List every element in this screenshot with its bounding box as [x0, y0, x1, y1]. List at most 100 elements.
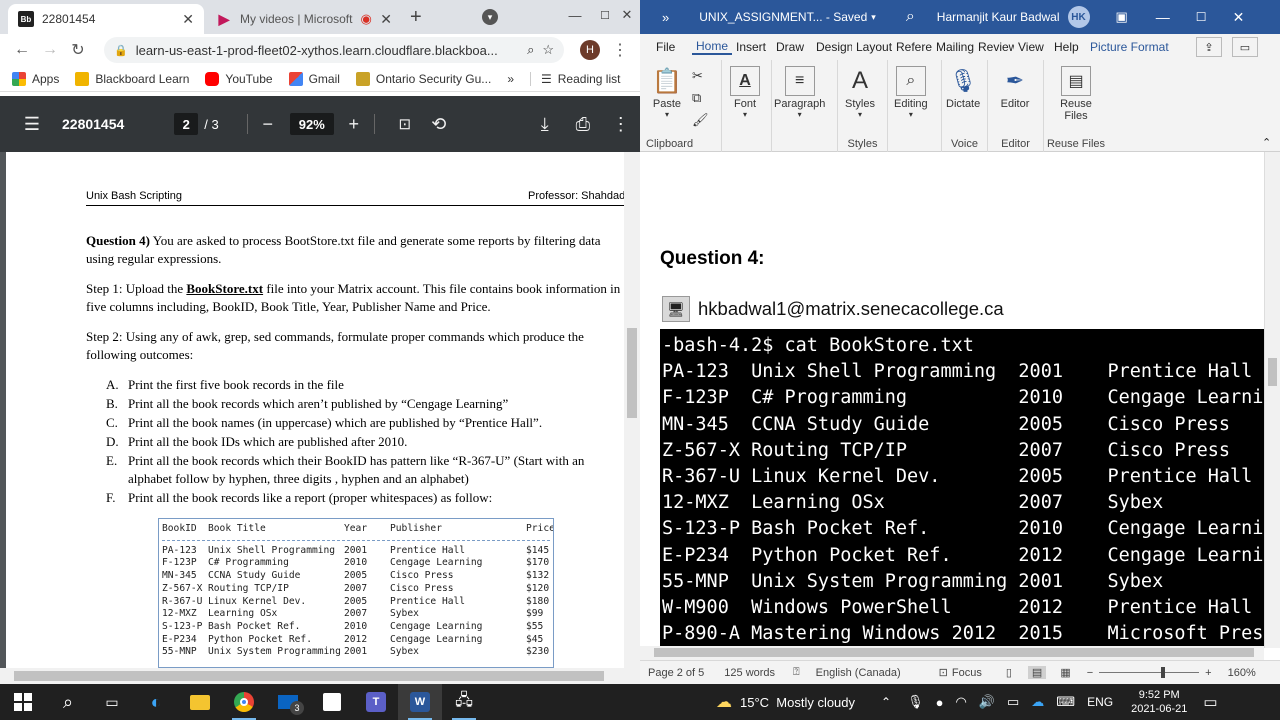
bookmark-ontario[interactable]: Ontario Security Gu... [355, 71, 491, 86]
tab-review[interactable]: Review [974, 40, 1014, 54]
teams-icon[interactable]: T [354, 684, 398, 720]
minimize-icon[interactable]: — [1156, 9, 1170, 25]
tab-home[interactable]: Home [692, 39, 732, 55]
scroll-thumb[interactable] [627, 328, 637, 418]
scroll-thumb[interactable] [1268, 358, 1277, 386]
more-bookmarks-icon[interactable]: » [507, 72, 514, 86]
bookmark-apps[interactable]: Apps [12, 71, 59, 86]
close-window-icon[interactable]: ✕ [1233, 9, 1245, 26]
reuse-files-button[interactable]: ▤ Reuse Files [1054, 66, 1098, 122]
scroll-thumb[interactable] [654, 648, 1254, 657]
tab-layout[interactable]: Layout [852, 40, 892, 54]
zoom-slider[interactable] [1099, 667, 1200, 678]
back-icon[interactable]: ← [8, 36, 36, 64]
user-avatar[interactable]: HK [1067, 6, 1090, 28]
tab-videos[interactable]: ▶ My videos | Microsoft ◉ ✕ [206, 4, 402, 34]
tab-insert[interactable]: Insert [732, 40, 772, 54]
share-icon[interactable]: ⇪ [1196, 37, 1222, 57]
chrome-menu-icon[interactable]: ⋮ [612, 40, 628, 60]
font-button[interactable]: A Font ▾ [730, 66, 760, 119]
input-language[interactable]: ENG [1087, 695, 1113, 709]
tab-draw[interactable]: Draw [772, 40, 812, 54]
tab-help[interactable]: Help [1050, 40, 1086, 54]
more-commands-icon[interactable]: » [662, 10, 669, 25]
focus-icon[interactable]: ⊡ [939, 666, 948, 679]
zoom-in-icon[interactable]: + [1205, 667, 1211, 679]
paragraph-button[interactable]: ≡ Paragraph ▾ [774, 66, 825, 119]
battery-icon[interactable]: ▭ [1007, 694, 1019, 710]
chrome-icon[interactable] [222, 684, 266, 720]
tab-file[interactable]: File [640, 40, 692, 54]
show-hidden-icons[interactable]: ⌃ [881, 695, 891, 709]
bookmark-gmail[interactable]: Gmail [288, 71, 340, 86]
search-icon[interactable]: ⌕ [906, 8, 915, 26]
pdf-more-icon[interactable]: ⋮ [607, 110, 635, 138]
reading-list-button[interactable]: ☰ Reading list [530, 71, 620, 86]
tab-references[interactable]: References [892, 40, 932, 54]
bookmark-blackboard[interactable]: Blackboard Learn [75, 71, 189, 86]
wifi-icon[interactable]: ◠ [955, 694, 966, 710]
tab-mailings[interactable]: Mailings [932, 40, 974, 54]
zoom-out-icon[interactable]: − [1087, 667, 1093, 679]
dictate-button[interactable]: 🎙 Dictate [946, 66, 980, 110]
print-layout-icon[interactable]: ▤ [1027, 666, 1047, 679]
file-explorer-icon[interactable] [178, 684, 222, 720]
search-icon[interactable]: ⌕ [46, 684, 90, 720]
document-vertical-scrollbar[interactable] [1264, 152, 1280, 648]
title-dropdown-icon[interactable]: ▾ [871, 12, 876, 23]
microphone-tray-icon[interactable]: 🎙 [907, 694, 924, 710]
document-title[interactable]: UNIX_ASSIGNMENT... - Saved [699, 10, 867, 24]
focus-label[interactable]: Focus [952, 667, 982, 679]
reload-icon[interactable]: ↻ [64, 36, 92, 64]
document-horizontal-scrollbar[interactable] [640, 646, 1264, 660]
forward-icon[interactable]: → [36, 36, 64, 64]
editor-button[interactable]: ✒ Editor [1000, 66, 1030, 110]
close-tab-icon[interactable]: ✕ [182, 11, 194, 28]
onedrive-icon[interactable]: ☁ [1031, 694, 1044, 710]
maximize-icon[interactable]: ☐ [1196, 10, 1207, 24]
zoom-in-icon[interactable]: + [340, 110, 368, 138]
tab-view[interactable]: View [1014, 40, 1050, 54]
keyboard-icon[interactable]: ⌨ [1056, 694, 1075, 710]
proofing-icon[interactable]: ⍰ [793, 666, 800, 679]
profile-avatar[interactable]: H [580, 40, 600, 60]
tab-search-icon[interactable]: ▾ [482, 9, 498, 25]
new-tab-button[interactable]: + [410, 6, 422, 29]
download-icon[interactable]: ⤓ [531, 110, 559, 138]
page-count[interactable]: Page 2 of 5 [648, 667, 704, 679]
pdf-horizontal-scrollbar[interactable] [0, 668, 640, 684]
clock[interactable]: 9:52 PM 2021-06-21 [1131, 688, 1187, 716]
notifications-icon[interactable]: ▭ [1203, 693, 1217, 711]
word-icon[interactable]: W [398, 684, 442, 720]
copy-icon[interactable]: ⧉ [692, 90, 701, 106]
close-window-icon[interactable]: ✕ [612, 0, 640, 30]
mail-icon[interactable]: 3 [266, 684, 310, 720]
fit-page-icon[interactable]: ⊡ [391, 110, 419, 138]
volume-icon[interactable]: 🔊 [979, 694, 995, 710]
editing-button[interactable]: ⌕ Editing ▾ [894, 66, 928, 119]
rotate-icon[interactable]: ⟲ [425, 110, 453, 138]
cut-icon[interactable]: ✂ [692, 68, 703, 84]
store-icon[interactable] [310, 684, 354, 720]
print-icon[interactable]: ⎙ [569, 110, 597, 138]
styles-button[interactable]: A Styles ▾ [845, 66, 875, 119]
ribbon-display-icon[interactable]: ▣ [1116, 9, 1128, 25]
tab-pdf[interactable]: Bb 22801454 ✕ [8, 4, 204, 34]
putty-icon[interactable]: 🖧 [442, 684, 486, 720]
comments-icon[interactable]: ▭ [1232, 37, 1258, 57]
format-painter-icon[interactable]: 🖌 [692, 112, 709, 128]
zoom-level[interactable]: 160% [1228, 667, 1256, 679]
bookstore-link[interactable]: BookStore.txt [186, 281, 263, 296]
pdf-vertical-scrollbar[interactable] [624, 152, 640, 668]
zoom-lens-icon[interactable]: ⌕ [527, 42, 534, 58]
paste-button[interactable]: 📋 Paste ▾ [652, 66, 682, 120]
close-tab-icon[interactable]: ✕ [380, 11, 392, 28]
security-tray-icon[interactable]: ● [936, 695, 944, 710]
bookmark-youtube[interactable]: YouTube [205, 71, 273, 86]
start-button[interactable] [0, 684, 46, 720]
zoom-out-icon[interactable]: − [254, 110, 282, 138]
edge-icon[interactable]: ◐ [134, 684, 178, 720]
bookmark-star-icon[interactable]: ☆ [542, 42, 554, 58]
tab-picture-format[interactable]: Picture Format [1086, 40, 1186, 54]
minimize-icon[interactable]: — [560, 0, 590, 30]
